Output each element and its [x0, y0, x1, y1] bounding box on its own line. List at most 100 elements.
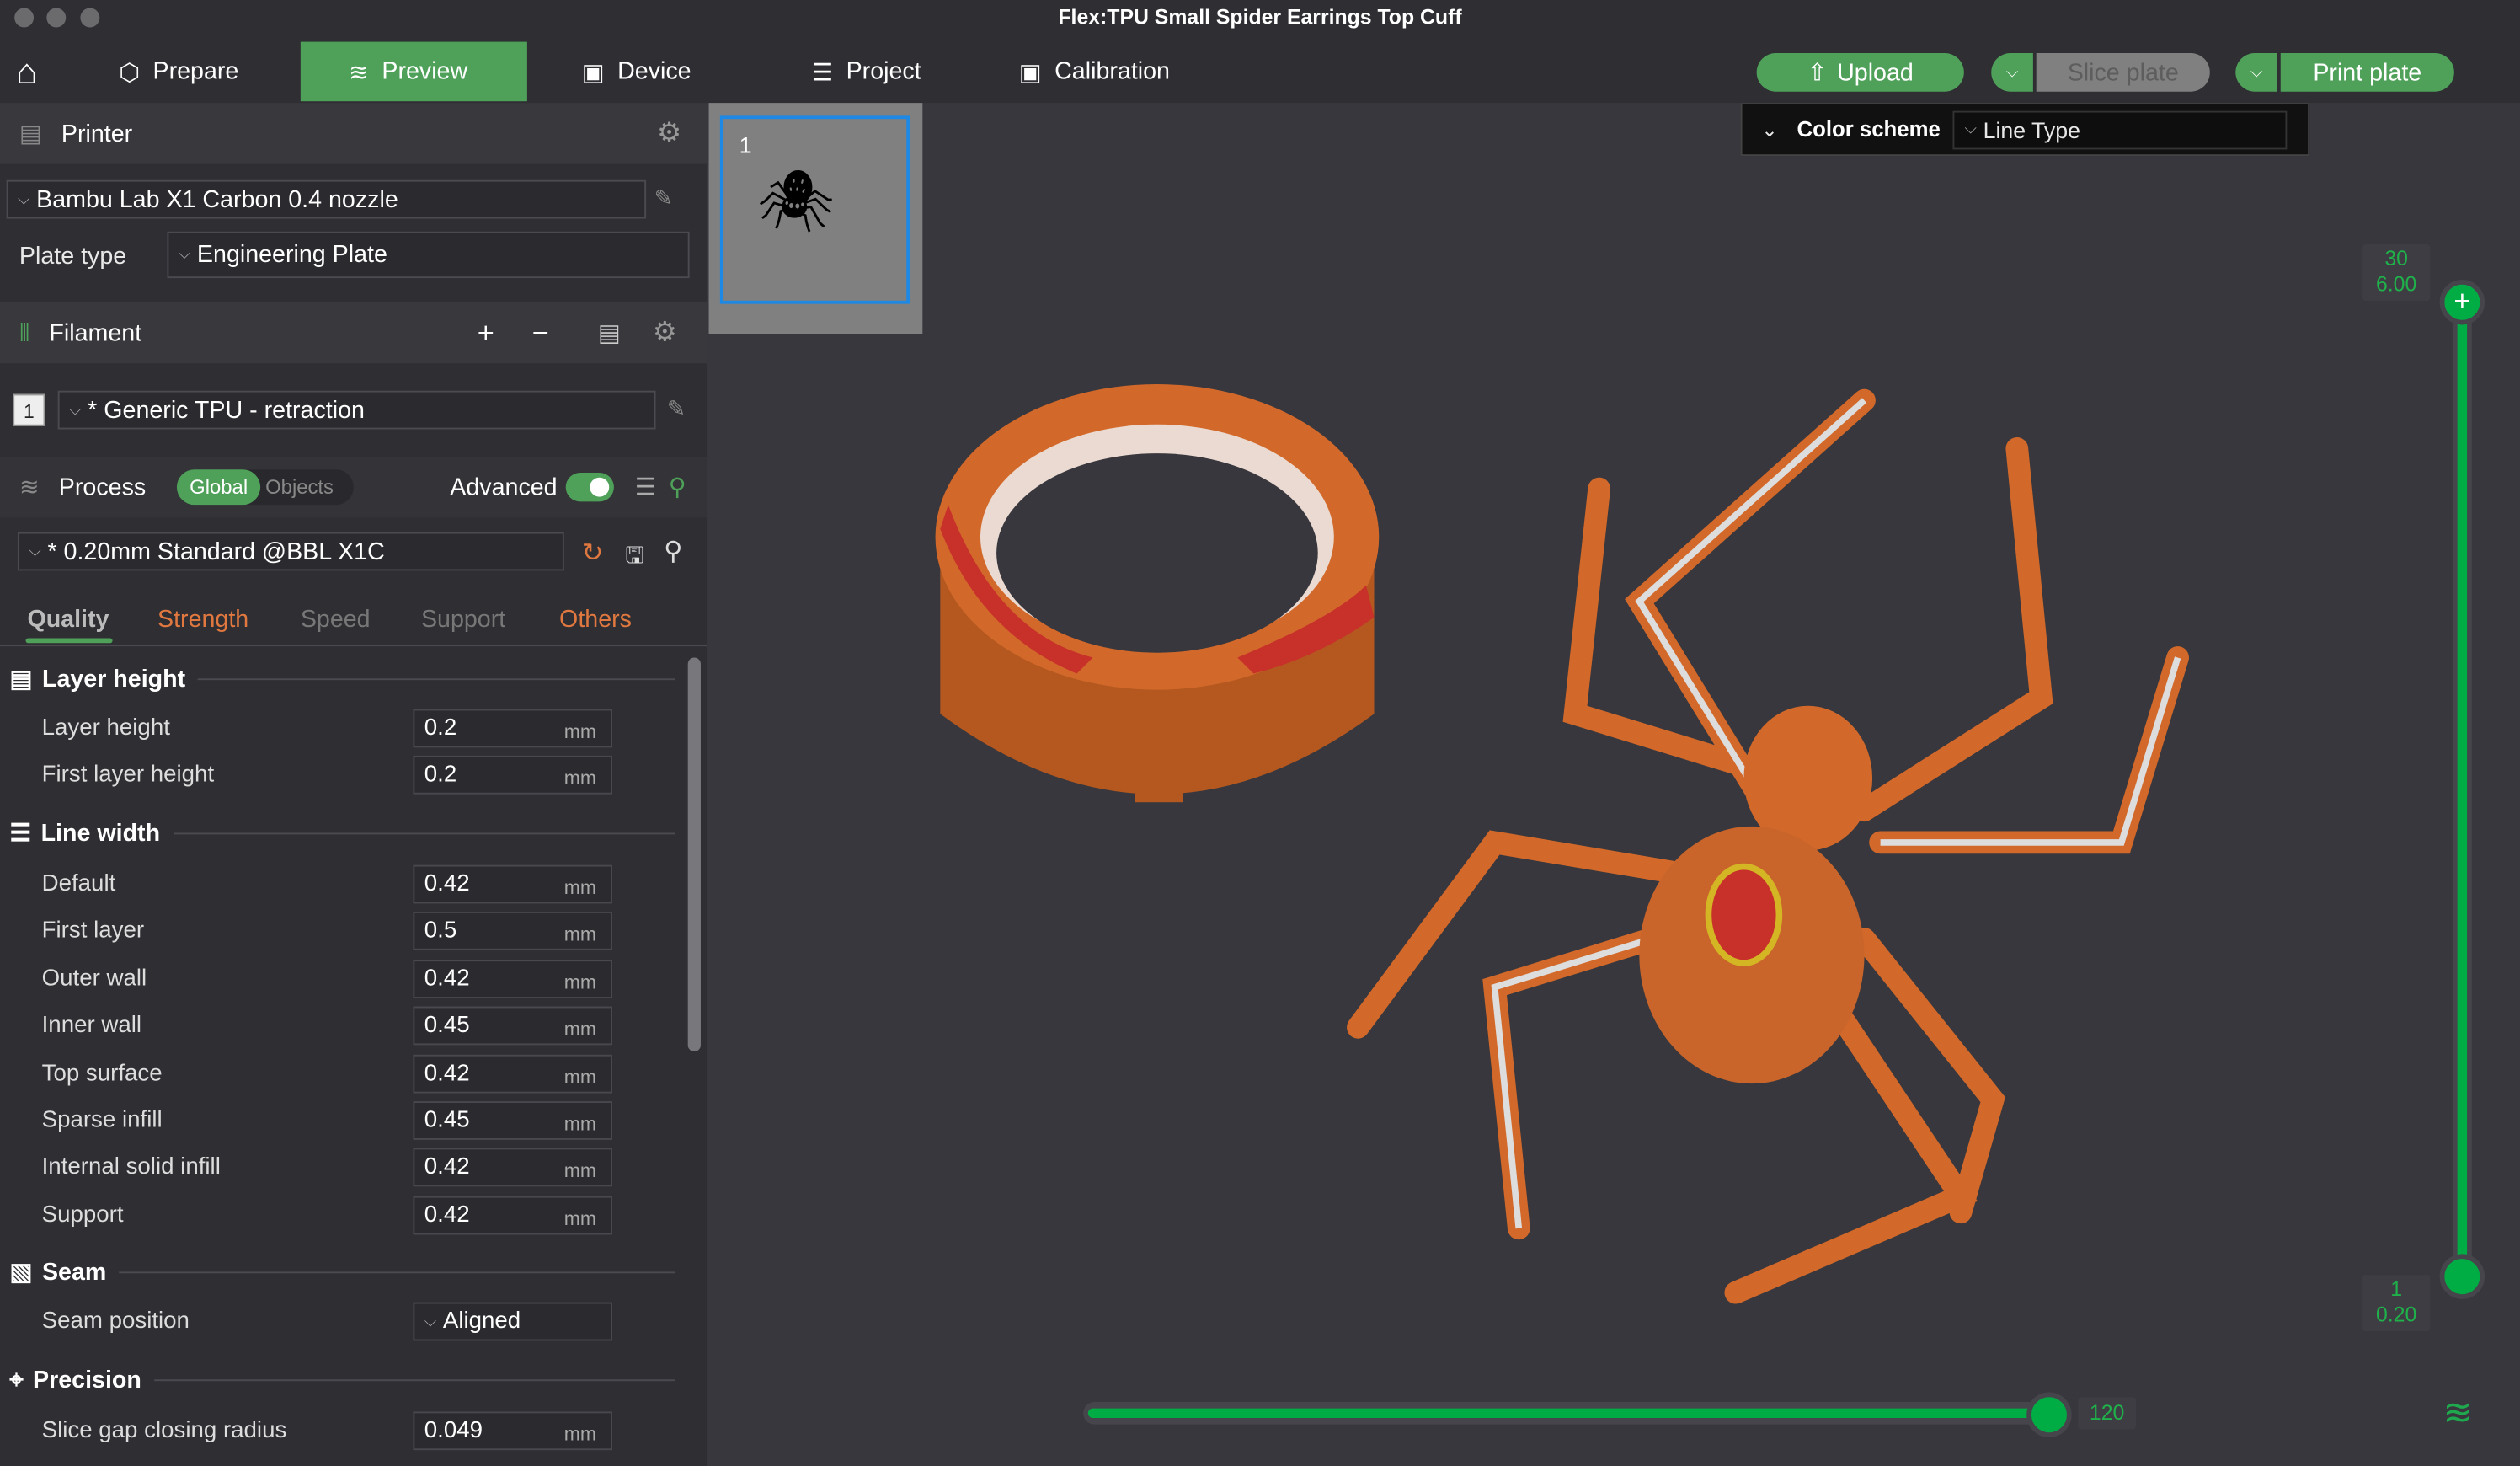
tab-speed[interactable]: Speed — [301, 606, 371, 633]
setting-unit: mm — [563, 971, 596, 993]
tab-quality[interactable]: Quality — [27, 606, 109, 633]
color-scheme-select[interactable]: ⌵ Line Type — [1953, 110, 2288, 149]
tab-support[interactable]: Support — [421, 606, 505, 633]
search-icon[interactable]: ⚲ — [664, 535, 682, 567]
setting-input[interactable]: 0.2 mm — [413, 709, 613, 748]
print-plate-button[interactable]: Print plate — [2280, 52, 2454, 92]
global-option[interactable]: Global — [176, 469, 261, 506]
close-window-button[interactable] — [14, 8, 35, 28]
process-preset-select[interactable]: ⌵ * 0.20mm Standard @BBL X1C — [17, 532, 564, 571]
upload-label: Upload — [1837, 58, 1914, 87]
upload-button[interactable]: ⇧ Upload — [1756, 52, 1964, 92]
layer-slider-track[interactable] — [2452, 298, 2472, 1274]
advanced-toggle[interactable] — [565, 473, 614, 502]
setting-row: Sparse infill 0.45 mm — [0, 1101, 675, 1143]
bottom-layer-height: 0.20 — [2375, 1302, 2417, 1327]
move-slider-track[interactable] — [1083, 1401, 2058, 1425]
move-slider-fill — [1087, 1408, 2053, 1419]
slice-gap-input[interactable]: 0.049 mm — [413, 1411, 613, 1451]
collapse-icon[interactable]: ⌄ — [1761, 118, 1777, 141]
tab-label: Calibration — [1054, 57, 1170, 86]
setting-input[interactable]: 0.42 mm — [413, 1054, 613, 1093]
setting-label: Seam position — [41, 1308, 190, 1335]
objects-option[interactable]: Objects — [260, 476, 334, 499]
setting-value: 0.2 — [424, 762, 457, 789]
group-line-width: ☰ Line width — [9, 815, 675, 850]
edit-icon[interactable]: ✎ — [667, 395, 686, 422]
tab-prepare[interactable]: ⬡ Prepare — [99, 42, 258, 102]
tab-preview[interactable]: ≋ Preview — [300, 41, 527, 102]
search-settings-icon[interactable]: ⚲ — [669, 473, 686, 501]
group-title: Line width — [40, 819, 161, 847]
setting-value: 0.2 — [424, 715, 457, 741]
setting-input[interactable]: 0.2 mm — [413, 756, 613, 795]
group-seam: ▧ Seam — [9, 1254, 675, 1289]
calibration-icon: ▣ — [1018, 58, 1042, 87]
window-title: Flex:TPU Small Spider Earrings Top Cuff — [0, 0, 2520, 35]
setting-unit: mm — [563, 720, 596, 743]
setting-row: Inner wall 0.45 mm — [0, 1006, 675, 1049]
slice-plate-button[interactable]: Slice plate — [2036, 52, 2210, 92]
setting-row: First layer height 0.2 mm — [0, 756, 675, 799]
move-slider-handle[interactable] — [2026, 1392, 2072, 1437]
plate-type-value: Engineering Plate — [196, 241, 387, 269]
filament-preset-select[interactable]: ⌵ * Generic TPU - retraction — [57, 390, 656, 430]
spider-marking — [1705, 863, 1783, 966]
gear-icon[interactable]: ⚙ — [657, 117, 681, 149]
top-layer-label: 30 6.00 — [2362, 244, 2431, 301]
spider-thumbnail-icon: 🕷 — [756, 169, 835, 237]
bottom-layer-handle[interactable] — [2439, 1254, 2485, 1299]
3d-preview-viewport[interactable]: 1 🕷 ⌄ Color scheme ⌵ Line Type 30 6.00 + 1… — [707, 103, 2520, 1466]
upload-icon: ⇧ — [1807, 59, 1828, 88]
slice-dropdown-button[interactable]: ⌵ — [1991, 52, 2033, 92]
setting-label: Outer wall — [41, 966, 147, 992]
setting-value: 0.42 — [424, 871, 470, 897]
setting-input[interactable]: 0.42 mm — [413, 864, 613, 904]
setting-input[interactable]: 0.45 mm — [413, 1006, 613, 1046]
setting-unit: mm — [563, 1018, 596, 1041]
printer-preset-select[interactable]: ⌵ Bambu Lab X1 Carbon 0.4 nozzle — [6, 179, 647, 219]
setting-input[interactable]: 0.42 mm — [413, 1196, 613, 1235]
setting-input[interactable]: 0.42 mm — [413, 1148, 613, 1187]
setting-input[interactable]: 0.5 mm — [413, 912, 613, 951]
reset-icon[interactable]: ↻ — [582, 537, 604, 569]
plate-thumbnail[interactable]: 1 🕷 — [708, 103, 923, 334]
seam-icon: ▧ — [9, 1259, 33, 1287]
home-icon[interactable]: ⌂ — [16, 51, 37, 94]
plate-type-select[interactable]: ⌵ Engineering Plate — [167, 231, 690, 279]
scope-toggle[interactable]: Global Objects — [176, 469, 354, 506]
settings-scrollbar[interactable] — [687, 657, 701, 1051]
move-slider-value: 120 — [2078, 1397, 2136, 1430]
setting-unit: mm — [563, 1422, 596, 1446]
filament-slot-badge[interactable]: 1 — [13, 393, 45, 426]
filament-sync-icon[interactable]: ▤ — [598, 318, 621, 347]
edit-icon[interactable]: ✎ — [654, 185, 673, 211]
layers-icon[interactable]: ≋ — [2443, 1393, 2472, 1435]
remove-filament-icon[interactable]: − — [532, 316, 549, 350]
setting-input[interactable]: 0.42 mm — [413, 959, 613, 998]
setting-row: Top surface 0.42 mm — [0, 1054, 675, 1096]
setting-row: Layer height 0.2 mm — [0, 709, 675, 752]
tab-strength[interactable]: Strength — [158, 606, 248, 633]
print-dropdown-button[interactable]: ⌵ — [2235, 52, 2277, 92]
tab-label: Prepare — [152, 57, 239, 86]
minimize-window-button[interactable] — [46, 8, 67, 28]
tab-calibration[interactable]: ▣ Calibration — [1000, 42, 1189, 102]
chevron-down-icon: ⌵ — [178, 245, 191, 264]
tab-device[interactable]: ▣ Device — [563, 42, 711, 102]
chevron-down-icon: ⌵ — [69, 401, 82, 420]
gear-icon[interactable]: ⚙ — [653, 317, 677, 349]
tab-others[interactable]: Others — [559, 606, 632, 633]
setting-value: 0.42 — [424, 1201, 470, 1228]
zoom-window-button[interactable] — [80, 8, 100, 28]
setting-label: Support — [41, 1201, 124, 1228]
device-icon: ▣ — [581, 58, 605, 87]
setting-input[interactable]: 0.45 mm — [413, 1101, 613, 1140]
setting-label: Layer height — [41, 715, 170, 741]
tab-project[interactable]: ☰ Project — [793, 42, 941, 102]
list-icon[interactable]: ☰ — [635, 473, 657, 501]
seam-position-select[interactable]: ⌵ Aligned — [413, 1302, 613, 1341]
top-layer-handle[interactable]: + — [2439, 280, 2485, 325]
save-icon[interactable]: 🖫 — [625, 538, 644, 577]
add-filament-icon[interactable]: + — [478, 316, 494, 350]
